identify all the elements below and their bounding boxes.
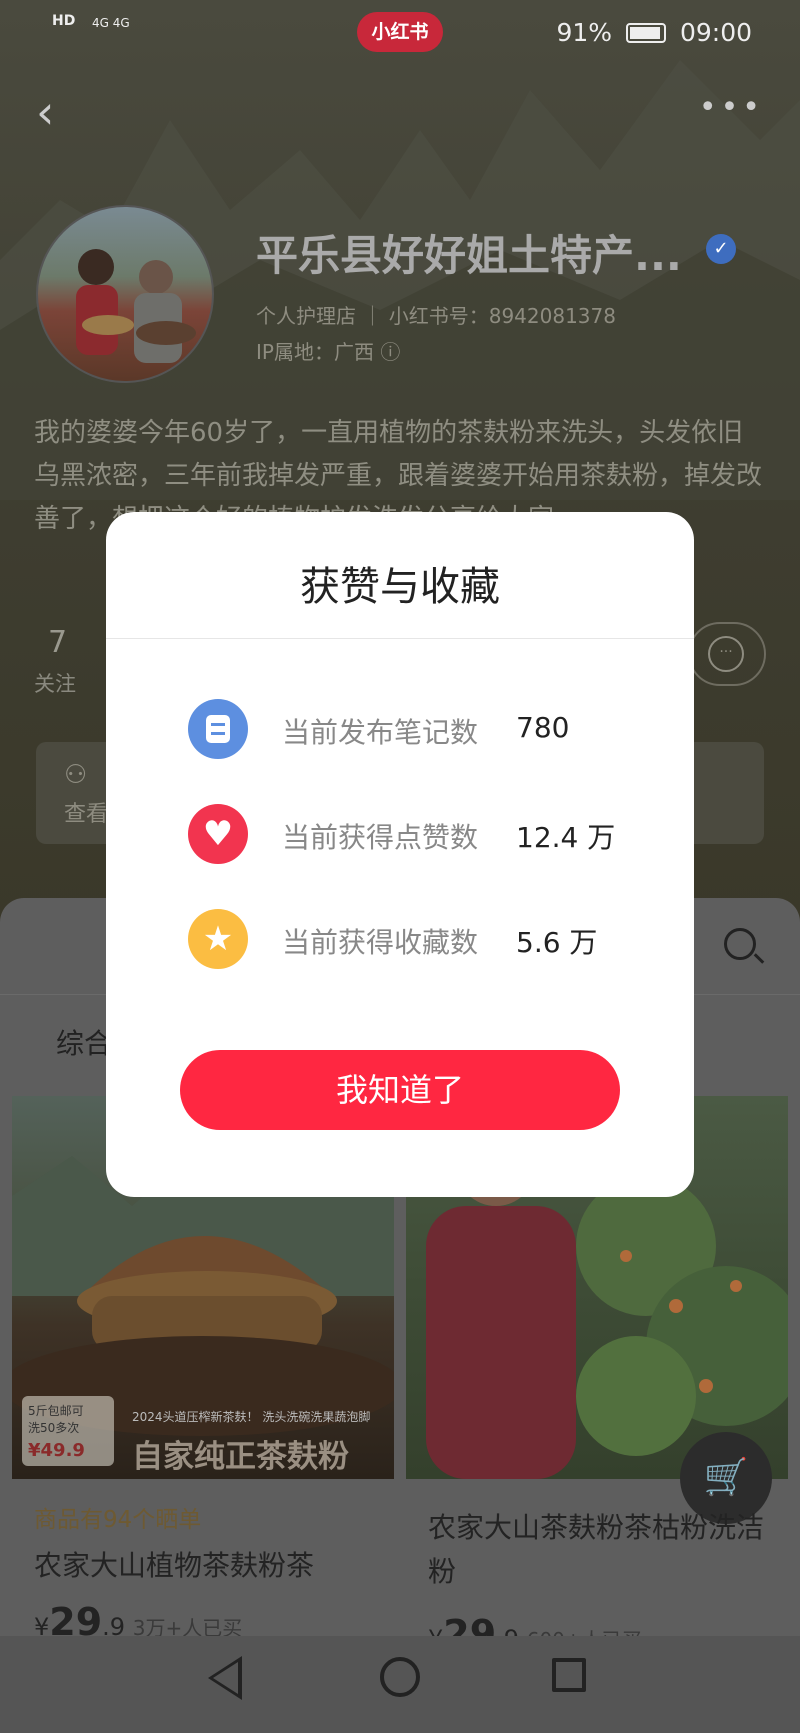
- verified-icon: ✓: [706, 234, 736, 264]
- profile-meta: 个人护理店 ｜ 小红书号：8942081378: [256, 300, 616, 329]
- row-notes: 当前发布笔记数 780: [188, 699, 668, 759]
- image-caption-big: 自家纯正茶麸粉: [132, 1439, 349, 1475]
- shop-category: 个人护理店: [256, 304, 356, 328]
- row-likes: ♥ 当前获得点赞数 12.4 万: [188, 804, 668, 864]
- row-label: 当前发布笔记数: [282, 716, 479, 749]
- battery-percent: 91%: [556, 18, 613, 47]
- chevron-left-icon[interactable]: ‹: [36, 89, 54, 135]
- avatar-photo: [76, 249, 196, 363]
- got-it-button[interactable]: 我知道了: [180, 1050, 620, 1130]
- shop-name: 平乐县好好姐土特产...: [256, 231, 682, 280]
- star-icon: ★: [188, 909, 248, 969]
- info-card-text: 查看: [64, 802, 109, 827]
- dialog-title: 获赞与收藏: [300, 564, 500, 610]
- hd-indicator: HD: [52, 13, 76, 29]
- more-icon[interactable]: •••: [699, 90, 764, 125]
- battery-icon: [626, 23, 666, 43]
- avatar[interactable]: [36, 205, 214, 383]
- clock: 09:00: [679, 18, 752, 47]
- row-label: 当前获得收藏数: [282, 926, 479, 959]
- row-value: 780: [516, 711, 570, 744]
- app-badge: 小红书: [357, 12, 443, 52]
- product-name-2[interactable]: 农家大山茶麸粉茶枯粉洗洁粉: [428, 1506, 768, 1594]
- signal-icon: 4G 4G: [92, 16, 130, 30]
- price-sticker: 5斤包邮可 洗50多次 ¥49.9: [22, 1396, 114, 1466]
- ip-location: IP属地：广西 ⓘ: [256, 336, 400, 365]
- search-icon[interactable]: [724, 928, 756, 960]
- sticker-price: ¥49.9: [28, 1440, 85, 1461]
- row-label: 当前获得点赞数: [282, 821, 479, 854]
- status-bar: HD 4G 4G 小红书 91% 09:00: [0, 0, 800, 70]
- xhs-id: 小红书号：8942081378: [388, 304, 616, 328]
- status-right: 91% 09:00: [556, 18, 752, 47]
- row-value: 12.4 万: [516, 821, 616, 854]
- sticker-line1: 5斤包邮可: [28, 1404, 84, 1418]
- users-icon: ⚇: [64, 760, 88, 790]
- info-icon[interactable]: ⓘ: [380, 340, 400, 364]
- likes-collections-dialog: 获赞与收藏 当前发布笔记数 780 ♥ 当前获得点赞数 12.4 万 ★ 当前获…: [106, 512, 694, 1197]
- sticker-line2: 洗50多次: [28, 1421, 80, 1435]
- meta-divider: ｜: [362, 304, 389, 328]
- tab-comprehensive[interactable]: 综合: [56, 1022, 112, 1062]
- nav-home-icon[interactable]: [380, 1657, 420, 1697]
- chat-bubble-icon: ···: [708, 636, 744, 672]
- nav-recent-icon[interactable]: [552, 1658, 586, 1692]
- following-count[interactable]: 7: [48, 625, 67, 660]
- notes-icon: [188, 699, 248, 759]
- system-nav-bar: [0, 1636, 800, 1733]
- product-review-count: 商品有94个晒单: [34, 1507, 202, 1533]
- nav-back-icon[interactable]: [208, 1656, 242, 1700]
- heart-icon: ♥: [188, 804, 248, 864]
- row-value: 5.6 万: [516, 926, 598, 959]
- ip-text: IP属地：广西: [256, 340, 374, 364]
- dialog-divider: [106, 638, 694, 639]
- row-collections: ★ 当前获得收藏数 5.6 万: [188, 909, 668, 969]
- following-label[interactable]: 关注: [34, 668, 76, 698]
- chat-button[interactable]: ···: [688, 622, 766, 686]
- image-caption-small: 2024头道压榨新茶麸！ 洗头洗碗洗果蔬泡脚: [132, 1410, 371, 1424]
- product-name-1[interactable]: 农家大山植物茶麸粉茶: [34, 1544, 314, 1584]
